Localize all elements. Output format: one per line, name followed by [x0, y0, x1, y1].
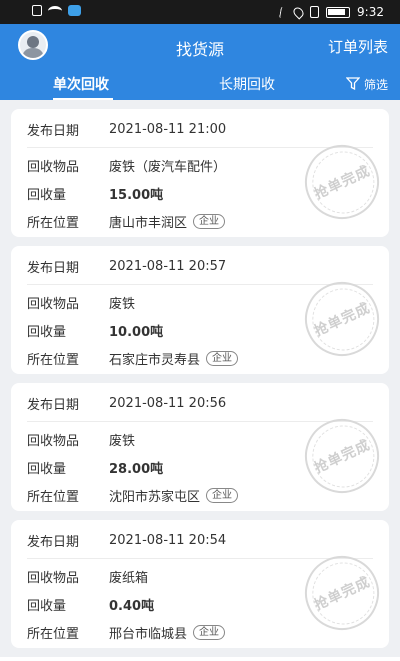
filter-button[interactable]: 筛选: [345, 76, 388, 93]
order-card[interactable]: 发布日期 2021-08-11 20:56 回收物品 废铁 回收量 28.00吨 所在…: [11, 383, 392, 511]
tab-single-recycle[interactable]: 单次回收: [53, 74, 109, 94]
enterprise-badge: 企业: [206, 488, 239, 503]
order-card[interactable]: 发布日期 2021-08-11 20:57 回收物品 废铁 回收量 10.00吨 所在…: [11, 246, 392, 374]
battery-icon: [326, 6, 351, 18]
enterprise-badge: 企业: [206, 351, 239, 366]
qty-label: 回收量: [27, 188, 67, 203]
item-label: 回收物品: [27, 160, 80, 175]
order-location: 唐山市丰润区: [109, 216, 188, 231]
date-label: 发布日期: [27, 261, 80, 276]
order-qty: 15.00吨: [109, 188, 164, 203]
order-item: 废铁（废汽车配件）: [109, 160, 227, 175]
wifi-icon: [48, 5, 62, 16]
item-label: 回收物品: [27, 297, 80, 312]
order-location: 邢台市临城县: [109, 627, 188, 642]
qty-label: 回收量: [27, 462, 67, 477]
location-label: 所在位置: [27, 353, 80, 368]
order-date: 2021-08-11 20:56: [109, 396, 227, 411]
order-item: 废铁: [109, 297, 136, 312]
order-date: 2021-08-11 21:00: [109, 122, 227, 137]
location-label: 所在位置: [27, 627, 80, 642]
item-label: 回收物品: [27, 434, 80, 449]
order-qty: 10.00吨: [109, 325, 164, 340]
order-location: 石家庄市灵寿县: [109, 353, 201, 368]
filter-icon: [345, 76, 361, 93]
date-label: 发布日期: [27, 535, 80, 550]
order-location: 沈阳市苏家屯区: [109, 490, 201, 505]
qty-label: 回收量: [27, 599, 67, 614]
app-notification-icon: [68, 5, 81, 16]
order-item: 废铁: [109, 434, 136, 449]
notification-icon: [32, 5, 42, 16]
enterprise-badge: 企业: [193, 214, 226, 229]
app-bar: 找货源 订单列表 单次回收 长期回收 筛选: [0, 24, 400, 100]
tab-bar: 单次回收 长期回收 筛选: [0, 69, 400, 100]
qty-label: 回收量: [27, 325, 67, 340]
order-card[interactable]: 发布日期 2021-08-11 20:54 回收物品 废纸箱 回收量 0.40吨 所在…: [11, 520, 392, 648]
status-time: 9:32: [357, 5, 384, 19]
order-date: 2021-08-11 20:54: [109, 533, 227, 548]
bluetooth-icon: [279, 6, 289, 18]
date-label: 发布日期: [27, 398, 80, 413]
item-label: 回收物品: [27, 571, 80, 586]
filter-label: 筛选: [363, 78, 388, 92]
tab-underline: [53, 98, 113, 100]
bottom-edge: [0, 657, 400, 661]
order-qty: 0.40吨: [109, 599, 155, 614]
order-qty: 28.00吨: [109, 462, 164, 477]
date-label: 发布日期: [27, 124, 80, 139]
order-date: 2021-08-11 20:57: [109, 259, 227, 274]
enterprise-badge: 企业: [193, 625, 226, 640]
order-card[interactable]: 发布日期 2021-08-11 21:00 回收物品 废铁（废汽车配件） 回收量 15…: [11, 109, 392, 237]
vibrate-icon: [310, 6, 320, 18]
order-item: 废纸箱: [109, 571, 149, 586]
location-label: 所在位置: [27, 216, 80, 231]
location-label: 所在位置: [27, 490, 80, 505]
order-list-button[interactable]: 订单列表: [328, 36, 388, 57]
tab-long-term-recycle[interactable]: 长期回收: [219, 74, 275, 94]
status-bar: 9:32: [0, 0, 400, 24]
location-icon: [291, 4, 306, 20]
